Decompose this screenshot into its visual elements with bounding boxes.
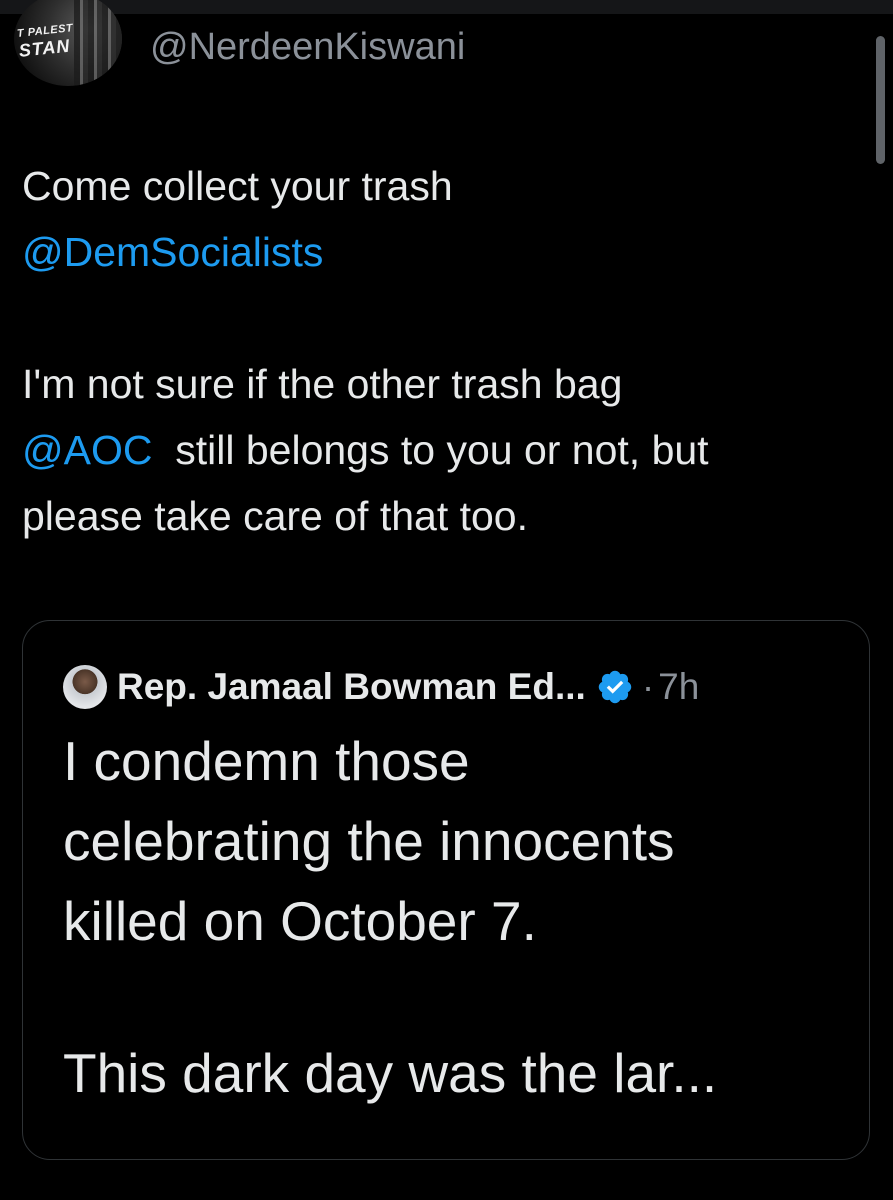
quoted-author-avatar[interactable] <box>63 665 107 709</box>
quoted-body-paragraph-gap <box>63 961 853 1033</box>
quoted-body-line-1: I condemn those <box>63 730 470 792</box>
mention-aoc-link[interactable]: @AOC <box>22 427 152 473</box>
avatar-sign-line-2: STAN <box>17 35 72 61</box>
author-handle[interactable]: @NerdeenKiswani <box>150 24 465 70</box>
header-separator-dot: · <box>641 666 655 707</box>
tweet-line-4: @AOC still belongs to you or not, but <box>22 417 872 483</box>
author-avatar[interactable]: T PALEST STAN <box>14 0 122 86</box>
quoted-body-line-4: This dark day was the lar... <box>63 1042 718 1104</box>
mention-demsocialists-link[interactable]: @DemSocialists <box>22 229 323 275</box>
tweet-line-3: I'm not sure if the other trash bag <box>22 361 623 407</box>
tweet-header: T PALEST STAN @NerdeenKiswani <box>0 0 893 95</box>
quoted-tweet-header: Rep. Jamaal Bowman Ed... · 7h <box>63 661 699 713</box>
quoted-author-name[interactable]: Rep. Jamaal Bowman Ed... <box>117 666 586 708</box>
avatar-photo-figures <box>74 0 122 86</box>
tweet-line-4-text: still belongs to you or not, but <box>152 427 709 473</box>
tweet-text: Come collect your trash @DemSocialists I… <box>22 153 872 549</box>
quoted-body-line-3: killed on October 7. <box>63 890 537 952</box>
tweet-line-1: Come collect your trash <box>22 163 453 209</box>
tweet-line-5: please take care of that too. <box>22 493 528 539</box>
avatar-sign-text: T PALEST STAN <box>16 22 76 61</box>
quoted-tweet-body: I condemn those celebrating the innocent… <box>63 721 853 1113</box>
tweet-line-2: @DemSocialists <box>22 219 872 285</box>
tweet-paragraph-gap <box>22 285 872 351</box>
verified-badge-icon <box>598 670 632 704</box>
quoted-tweet-time[interactable]: 7h <box>658 666 699 708</box>
quoted-body-line-2: celebrating the innocents <box>63 810 675 872</box>
scrollbar[interactable] <box>876 36 885 164</box>
quoted-tweet-card[interactable]: Rep. Jamaal Bowman Ed... · 7h I condemn … <box>22 620 870 1160</box>
